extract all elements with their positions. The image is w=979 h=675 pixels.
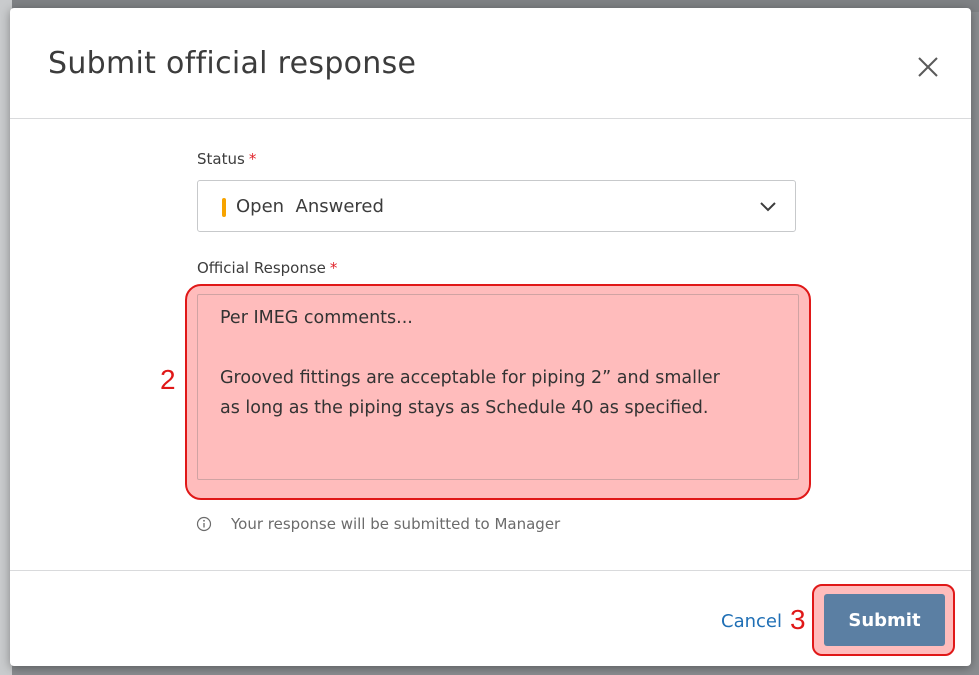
response-label: Official Response * <box>197 259 337 277</box>
status-label-text: Status <box>197 150 245 168</box>
status-select[interactable]: Open Answered <box>197 180 796 232</box>
helper-text: Your response will be submitted to Manag… <box>231 515 561 533</box>
response-line: Per IMEG comments... <box>220 308 413 328</box>
status-label: Status * <box>197 150 256 168</box>
submit-button[interactable]: Submit <box>824 594 945 646</box>
chevron-down-icon <box>760 202 776 212</box>
status-indicator <box>222 198 226 217</box>
response-label-text: Official Response <box>197 259 326 277</box>
required-marker: * <box>248 150 257 168</box>
response-line: as long as the piping stays as Schedule … <box>220 398 709 418</box>
close-icon <box>918 57 938 77</box>
dialog-header: Submit official response <box>10 8 971 119</box>
response-line: Grooved fittings are acceptable for pipi… <box>220 368 720 388</box>
official-response-textarea[interactable]: Per IMEG comments... Grooved fittings ar… <box>197 294 799 480</box>
status-selected-value: Open Answered <box>236 196 384 217</box>
close-button[interactable] <box>913 52 943 82</box>
info-icon <box>196 516 212 532</box>
required-marker: * <box>329 259 338 277</box>
response-highlight: Per IMEG comments... Grooved fittings ar… <box>185 284 811 500</box>
submit-highlight: Submit <box>812 584 955 656</box>
dialog-title: Submit official response <box>48 46 417 81</box>
cancel-button[interactable]: Cancel <box>721 611 782 632</box>
footer-divider <box>10 570 971 571</box>
submit-response-dialog: Submit official response Status * Open An… <box>10 8 971 666</box>
annotation-step-2: 2 <box>160 364 176 395</box>
annotation-step-3: 3 <box>790 604 806 635</box>
